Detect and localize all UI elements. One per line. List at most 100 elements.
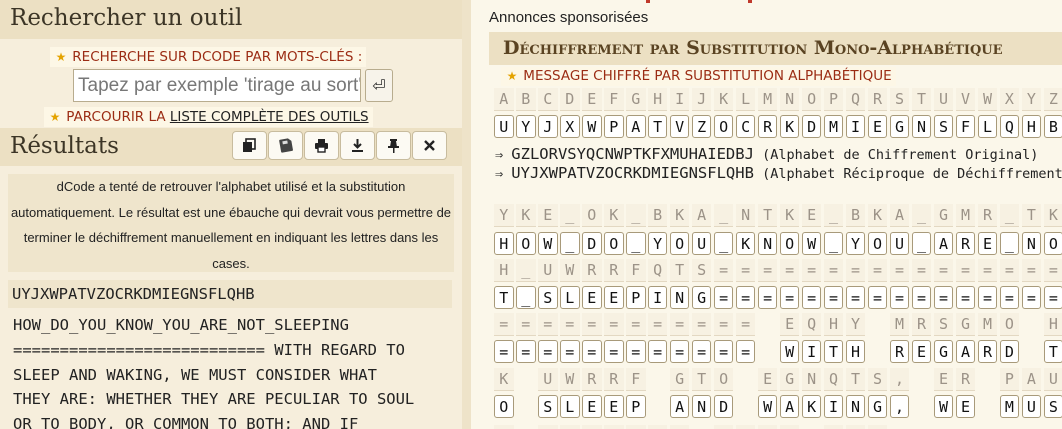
plain-cell-input[interactable]: _ xyxy=(559,232,580,255)
plain-cell-input[interactable]: E xyxy=(977,232,998,255)
plain-cell-input[interactable]: = xyxy=(647,340,668,363)
plain-cell-input[interactable] xyxy=(868,340,888,363)
plain-cell-input[interactable]: D xyxy=(581,232,602,255)
plain-cell-input[interactable]: = xyxy=(537,340,558,363)
tool-list-link[interactable]: LISTE COMPLÈTE DES OUTILS xyxy=(170,109,369,125)
key-cell-input[interactable]: V xyxy=(669,115,690,138)
key-cell-input[interactable]: D xyxy=(801,115,822,138)
plain-cell-input[interactable]: _ xyxy=(911,232,932,255)
plain-cell-input[interactable]: N xyxy=(757,232,778,255)
plain-cell-input[interactable]: = xyxy=(494,340,514,363)
search-submit-button[interactable]: ⏎ xyxy=(365,69,393,102)
plain-cell-input[interactable]: = xyxy=(845,286,866,309)
key-cell-input[interactable]: H xyxy=(1021,115,1042,138)
plain-cell-input[interactable]: Y xyxy=(845,232,866,255)
plain-cell-input[interactable] xyxy=(516,395,536,418)
key-cell-input[interactable]: J xyxy=(537,115,558,138)
plain-cell-input[interactable] xyxy=(1022,340,1042,363)
plain-cell-input[interactable]: U xyxy=(691,232,712,255)
plain-cell-input[interactable]: = xyxy=(1043,286,1062,309)
key-cell-input[interactable]: B xyxy=(1043,115,1062,138)
plain-cell-input[interactable]: W xyxy=(757,395,778,418)
plain-cell-input[interactable]: E xyxy=(581,395,602,418)
plain-cell-input[interactable]: R xyxy=(977,340,998,363)
plain-cell-input[interactable]: = xyxy=(867,286,888,309)
key-cell-input[interactable]: X xyxy=(559,115,580,138)
plain-cell-input[interactable]: = xyxy=(625,340,646,363)
plain-cell-input[interactable]: = xyxy=(581,340,602,363)
key-cell-input[interactable]: U xyxy=(494,115,514,138)
plain-cell-input[interactable] xyxy=(648,395,668,418)
plain-cell-input[interactable]: = xyxy=(911,286,932,309)
plain-cell-input[interactable]: U xyxy=(889,232,910,255)
plain-cell-input[interactable]: H xyxy=(845,340,866,363)
key-cell-input[interactable]: I xyxy=(845,115,866,138)
pin-button[interactable] xyxy=(376,131,411,160)
key-cell-input[interactable]: E xyxy=(867,115,888,138)
key-cell-input[interactable]: Y xyxy=(515,115,536,138)
plain-cell-input[interactable]: W xyxy=(779,340,800,363)
plain-cell-input[interactable]: O xyxy=(1043,232,1062,255)
plain-cell-input[interactable]: S xyxy=(537,395,558,418)
plain-cell-input[interactable]: W xyxy=(801,232,822,255)
key-cell-input[interactable]: Q xyxy=(999,115,1020,138)
plain-cell-input[interactable]: = xyxy=(713,286,734,309)
plain-cell-input[interactable]: N xyxy=(845,395,866,418)
key-cell-input[interactable]: Z xyxy=(691,115,712,138)
search-input[interactable]: Tapez par exemple 'tirage au sort' xyxy=(73,69,361,102)
plain-cell-input[interactable]: _ xyxy=(625,232,646,255)
plain-cell-input[interactable]: W xyxy=(537,232,558,255)
plain-cell-input[interactable]: = xyxy=(801,286,822,309)
plain-cell-input[interactable]: = xyxy=(559,340,580,363)
plain-cell-input[interactable]: D xyxy=(999,340,1020,363)
plain-cell-input[interactable]: = xyxy=(691,340,712,363)
save-button[interactable] xyxy=(268,131,303,160)
key-cell-input[interactable]: F xyxy=(955,115,976,138)
plain-cell-input[interactable]: K xyxy=(801,395,822,418)
plain-cell-input[interactable]: = xyxy=(1021,286,1042,309)
plain-cell-input[interactable]: T xyxy=(823,340,844,363)
key-cell-input[interactable]: C xyxy=(735,115,756,138)
plain-cell-input[interactable]: = xyxy=(889,286,910,309)
plain-cell-input[interactable]: = xyxy=(933,286,954,309)
plain-cell-input[interactable]: _ xyxy=(999,232,1020,255)
plain-cell-input[interactable]: = xyxy=(757,286,778,309)
plain-cell-input[interactable]: W xyxy=(933,395,954,418)
plain-cell-input[interactable]: O xyxy=(603,232,624,255)
plain-cell-input[interactable]: H xyxy=(494,232,514,255)
plain-cell-input[interactable]: Y xyxy=(647,232,668,255)
plain-cell-input[interactable]: P xyxy=(625,286,646,309)
plain-cell-input[interactable]: = xyxy=(779,286,800,309)
plain-cell-input[interactable]: = xyxy=(515,340,536,363)
plain-cell-input[interactable]: S xyxy=(1043,395,1062,418)
plain-cell-input[interactable]: _ xyxy=(823,232,844,255)
plain-cell-input[interactable]: N xyxy=(669,286,690,309)
plain-cell-input[interactable] xyxy=(758,340,778,363)
plain-cell-input[interactable]: I xyxy=(801,340,822,363)
plain-cell-input[interactable]: O xyxy=(494,395,514,418)
plain-cell-input[interactable]: T xyxy=(494,286,514,309)
plain-cell-input[interactable]: E xyxy=(581,286,602,309)
close-button[interactable] xyxy=(412,131,447,160)
key-cell-input[interactable]: S xyxy=(933,115,954,138)
plain-cell-input[interactable]: G xyxy=(691,286,712,309)
key-cell-input[interactable]: K xyxy=(779,115,800,138)
copy-button[interactable] xyxy=(232,131,267,160)
plain-cell-input[interactable]: U xyxy=(1021,395,1042,418)
plain-cell-input[interactable]: M xyxy=(999,395,1020,418)
key-cell-input[interactable]: M xyxy=(823,115,844,138)
plain-cell-input[interactable]: G xyxy=(867,395,888,418)
plain-cell-input[interactable]: K xyxy=(735,232,756,255)
plain-cell-input[interactable]: = xyxy=(955,286,976,309)
plain-cell-input[interactable]: = xyxy=(603,340,624,363)
key-cell-input[interactable]: W xyxy=(581,115,602,138)
plain-cell-input[interactable]: D xyxy=(713,395,734,418)
plain-cell-input[interactable]: O xyxy=(515,232,536,255)
plain-cell-input[interactable]: N xyxy=(691,395,712,418)
plain-cell-input[interactable]: = xyxy=(999,286,1020,309)
plain-cell-input[interactable]: A xyxy=(779,395,800,418)
plain-cell-input[interactable]: = xyxy=(977,286,998,309)
plain-cell-input[interactable]: E xyxy=(955,395,976,418)
download-button[interactable] xyxy=(340,131,375,160)
plain-cell-input[interactable]: L xyxy=(559,395,580,418)
